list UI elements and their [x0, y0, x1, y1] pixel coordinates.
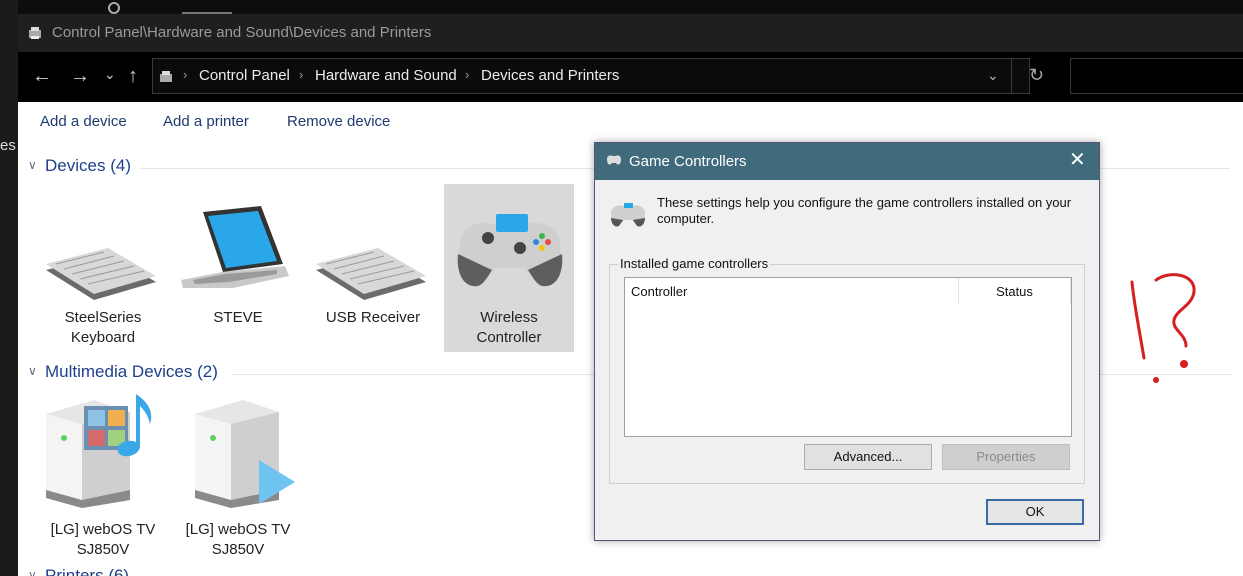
keyboard-icon: [316, 248, 426, 300]
breadcrumb-control-panel[interactable]: Control Panel: [199, 67, 290, 84]
multimedia-label: [LG] webOS TV: [185, 521, 291, 538]
breadcrumb-hardware-and-sound[interactable]: Hardware and Sound: [315, 67, 457, 84]
background-text: es: [0, 137, 16, 154]
up-arrow-icon[interactable]: ↑: [128, 64, 138, 88]
multimedia-label: SJ850V: [211, 541, 265, 558]
breadcrumb-separator-icon[interactable]: ›: [465, 67, 469, 82]
column-header-controller[interactable]: Controller: [625, 278, 959, 304]
refresh-divider: [1011, 59, 1031, 93]
address-bar[interactable]: › Control Panel › Hardware and Sound › D…: [152, 58, 1044, 94]
installed-controllers-label: Installed game controllers: [618, 256, 771, 271]
device-tile[interactable]: USB Receiver: [308, 184, 438, 352]
control-panel-icon: [160, 71, 172, 82]
refresh-icon[interactable]: ↻: [1029, 65, 1044, 86]
background-window-edge: [0, 0, 18, 576]
search-input[interactable]: [1070, 58, 1243, 94]
multimedia-tile[interactable]: [LG] webOS TV SJ850V: [38, 390, 168, 558]
window-title: Control Panel\Hardware and Sound\Devices…: [52, 24, 432, 41]
navigation-bar: ← → ⌄ ↑ › Control Panel › Hardware and S…: [18, 52, 1243, 102]
collapse-chevron-icon[interactable]: ∨: [28, 364, 37, 378]
multimedia-group-title: Multimedia Devices (2): [45, 362, 218, 381]
dialog-titlebar: Game Controllers ✕: [595, 143, 1099, 180]
gamepad-icon: [607, 155, 621, 165]
back-arrow-icon[interactable]: ←: [32, 64, 52, 88]
dialog-info-text: These settings help you configure the ga…: [657, 195, 1072, 226]
close-icon[interactable]: ✕: [1069, 149, 1086, 171]
breadcrumb-devices-and-printers[interactable]: Devices and Printers: [481, 67, 619, 84]
column-header-status[interactable]: Status: [959, 278, 1071, 304]
multimedia-tile[interactable]: [LG] webOS TV SJ850V: [173, 390, 303, 558]
address-dropdown-chevron-icon[interactable]: ⌄: [987, 67, 999, 84]
multimedia-label: [LG] webOS TV: [50, 521, 156, 538]
multimedia-label: SJ850V: [76, 541, 130, 558]
forward-arrow-icon[interactable]: →: [70, 64, 90, 88]
device-label: STEVE: [213, 309, 263, 326]
device-tile[interactable]: SteelSeries Keyboard: [38, 184, 168, 352]
recent-locations-chevron-icon[interactable]: ⌄: [104, 62, 116, 86]
installed-controllers-group: Installed game controllers Controller St…: [609, 256, 1085, 484]
red-annotation-scribble: [1130, 273, 1196, 383]
remove-device-button[interactable]: Remove device: [287, 113, 390, 130]
gamepad-icon: [457, 214, 563, 287]
devices-group-title: Devices (4): [45, 156, 131, 175]
ok-button[interactable]: OK: [986, 499, 1084, 525]
printers-group-header[interactable]: ∨ Printers (6): [18, 566, 1243, 576]
collapse-chevron-icon[interactable]: ∨: [28, 568, 37, 576]
device-label: Keyboard: [70, 329, 136, 346]
device-label: Wireless: [480, 309, 538, 326]
device-tile-selected[interactable]: Wireless Controller: [444, 184, 574, 352]
command-bar: Add a device Add a printer Remove device: [18, 102, 1243, 142]
game-controllers-dialog: Game Controllers ✕ These settings help y…: [594, 142, 1100, 541]
advanced-button[interactable]: Advanced...: [804, 444, 932, 470]
add-device-button[interactable]: Add a device: [40, 113, 127, 130]
printers-group-title: Printers (6): [45, 566, 130, 576]
window-titlebar: Control Panel\Hardware and Sound\Devices…: [18, 14, 1243, 52]
dialog-title: Game Controllers: [629, 153, 747, 170]
laptop-icon: [181, 206, 289, 288]
breadcrumb-separator-icon[interactable]: ›: [299, 67, 303, 82]
breadcrumb-separator-icon: ›: [183, 67, 188, 82]
controllers-list[interactable]: Controller Status: [624, 277, 1072, 437]
keyboard-icon: [46, 248, 156, 300]
device-label: USB Receiver: [325, 309, 421, 326]
device-label: Controller: [476, 329, 542, 346]
devices-printers-icon: [29, 27, 41, 39]
device-tile[interactable]: STEVE: [173, 184, 303, 352]
media-server-icon: [46, 392, 152, 508]
add-printer-button[interactable]: Add a printer: [163, 113, 249, 130]
media-renderer-icon: [195, 400, 295, 508]
gamepad-icon: [611, 203, 645, 227]
device-label: SteelSeries: [64, 309, 142, 326]
background-search-icon: [108, 2, 120, 14]
collapse-chevron-icon[interactable]: ∨: [28, 158, 37, 172]
properties-button[interactable]: Properties: [942, 444, 1070, 470]
